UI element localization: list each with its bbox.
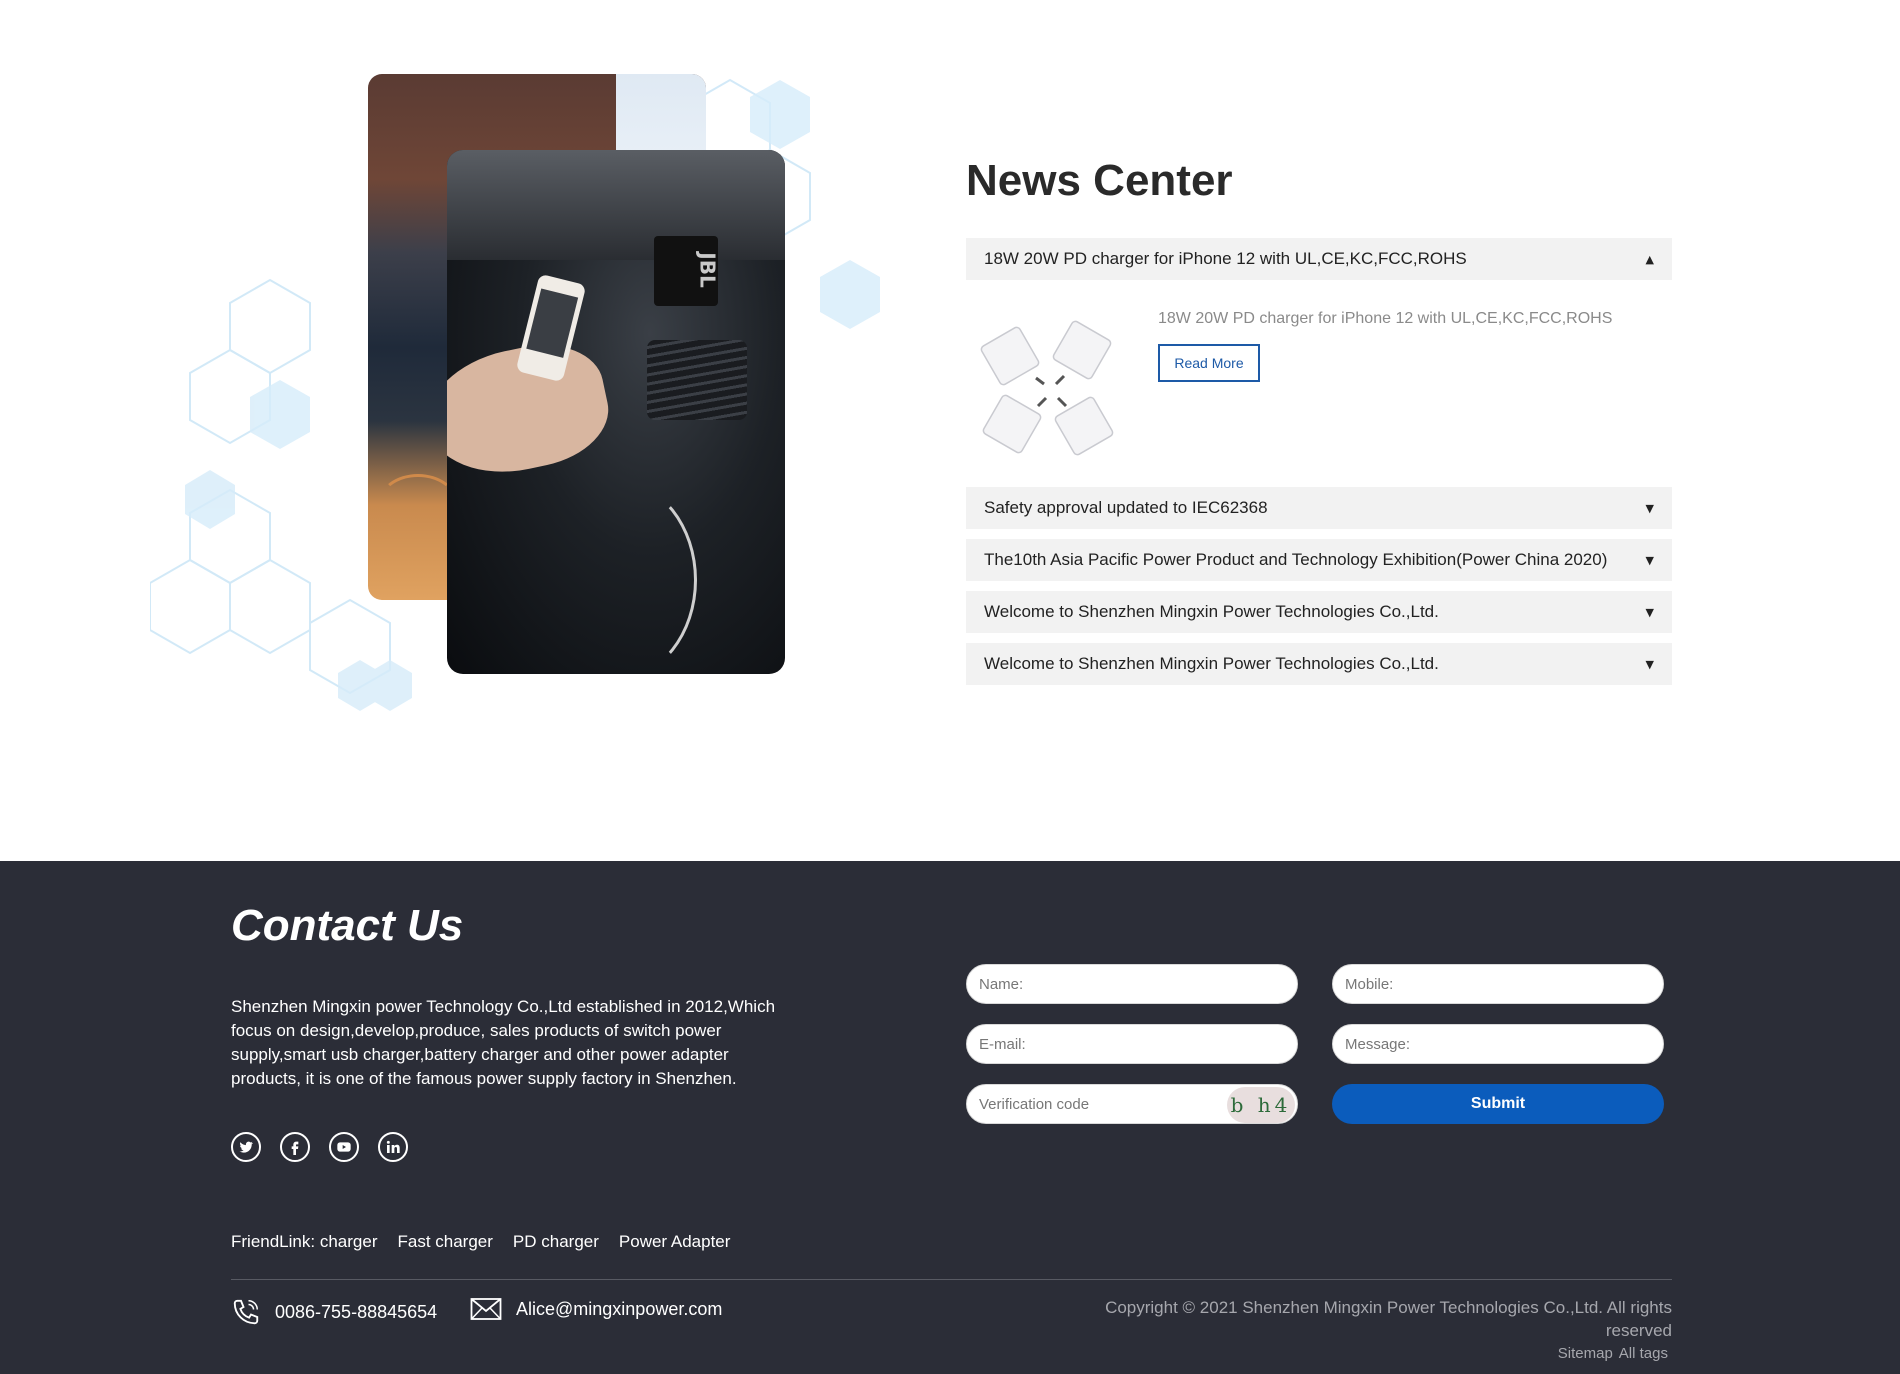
chevron-down-icon: ▼ (1645, 605, 1654, 619)
phone-icon (233, 1299, 259, 1325)
accordion-item-safety-approval[interactable]: Safety approval updated to IEC62368 ▼ (966, 487, 1672, 529)
phone-number[interactable]: 0086-755-88845654 (275, 1302, 437, 1323)
sitemap-link[interactable]: Sitemap (1558, 1345, 1613, 1362)
twitter-icon[interactable] (231, 1132, 261, 1162)
chevron-down-icon: ▼ (1645, 657, 1654, 671)
company-description: Shenzhen Mingxin power Technology Co.,Lt… (231, 997, 776, 1088)
sitemap-links: Sitemap All tags (1558, 1345, 1668, 1362)
friendlink-power-adapter[interactable]: Power Adapter (619, 1232, 731, 1252)
pd-charger-thumbnail (980, 320, 1114, 456)
news-section: JBL News Center 18W 20W PD charger for i… (0, 0, 1900, 861)
message-field[interactable] (1332, 1024, 1664, 1064)
chevron-down-icon: ▼ (1645, 553, 1654, 567)
phone-contact: 0086-755-88845654 (231, 1297, 437, 1327)
youtube-icon[interactable] (329, 1132, 359, 1162)
footer-divider (231, 1279, 1672, 1280)
captcha-image[interactable]: b h4 (1227, 1087, 1295, 1123)
email-input[interactable] (979, 1035, 1285, 1053)
email-contact: Alice@mingxinpower.com (470, 1297, 722, 1321)
name-input[interactable] (979, 975, 1285, 993)
friendlink-charger[interactable]: charger (320, 1232, 378, 1251)
name-field[interactable] (966, 964, 1298, 1004)
news-description: 18W 20W PD charger for iPhone 12 with UL… (1158, 310, 1613, 327)
accordion-label: 18W 20W PD charger for iPhone 12 with UL… (984, 249, 1467, 268)
mobile-field[interactable] (1332, 964, 1664, 1004)
chevron-up-icon: ▲ (1645, 252, 1654, 266)
friendlink-label: FriendLink: (231, 1232, 316, 1251)
linkedin-icon[interactable] (378, 1132, 408, 1162)
accordion-label: Welcome to Shenzhen Mingxin Power Techno… (984, 602, 1439, 621)
accordion-panel-pd-charger: 18W 20W PD charger for iPhone 12 with UL… (966, 296, 1672, 476)
verification-field[interactable]: b h4 (966, 1084, 1298, 1124)
message-input[interactable] (1345, 1035, 1651, 1053)
accordion-label: Safety approval updated to IEC62368 (984, 498, 1268, 517)
accordion-label: Welcome to Shenzhen Mingxin Power Techno… (984, 654, 1439, 673)
contact-us-title: Contact Us (231, 901, 464, 950)
accordion-item-exhibition[interactable]: The10th Asia Pacific Power Product and T… (966, 539, 1672, 581)
accordion-item-welcome-1[interactable]: Welcome to Shenzhen Mingxin Power Techno… (966, 591, 1672, 633)
email-field[interactable] (966, 1024, 1298, 1064)
friendlink-pd-charger[interactable]: PD charger (513, 1232, 599, 1252)
submit-button[interactable]: Submit (1332, 1084, 1664, 1124)
car-charger-photo: JBL (447, 150, 785, 674)
accordion-item-welcome-2[interactable]: Welcome to Shenzhen Mingxin Power Techno… (966, 643, 1672, 685)
accordion-item-pd-charger[interactable]: 18W 20W PD charger for iPhone 12 with UL… (966, 238, 1672, 280)
social-links (231, 1132, 408, 1162)
copyright-text: Copyright © 2021 Shenzhen Mingxin Power … (1105, 1298, 1672, 1340)
read-more-button[interactable]: Read More (1158, 344, 1260, 382)
facebook-icon[interactable] (280, 1132, 310, 1162)
news-center-title: News Center (966, 156, 1233, 205)
footer: Contact Us Shenzhen Mingxin power Techno… (0, 861, 1900, 1374)
email-address[interactable]: Alice@mingxinpower.com (516, 1299, 722, 1320)
all-tags-link[interactable]: All tags (1619, 1345, 1668, 1362)
accordion-label: The10th Asia Pacific Power Product and T… (984, 550, 1608, 569)
mail-icon (470, 1298, 502, 1320)
mobile-input[interactable] (1345, 975, 1651, 993)
chevron-down-icon: ▼ (1645, 501, 1654, 515)
friendlinks: FriendLink: charger Fast charger PD char… (231, 1232, 730, 1252)
friendlink-fast-charger[interactable]: Fast charger (397, 1232, 492, 1252)
